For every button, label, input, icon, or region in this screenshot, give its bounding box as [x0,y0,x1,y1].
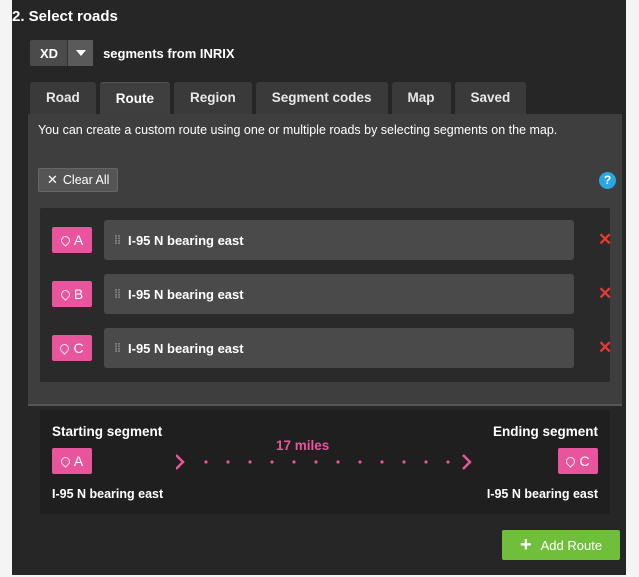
road-segment-field[interactable]: ⁞⁞ I-95 N bearing east [104,274,574,314]
route-distance: 17 miles [276,438,330,453]
clear-all-button[interactable]: ✕ Clear All [38,168,119,192]
segment-source-row: XD segments from INRIX [30,40,235,66]
route-roads-list: A ⁞⁞ I-95 N bearing east ✕ B ⁞⁞ I-95 N b… [40,208,612,382]
tab-road[interactable]: Road [30,82,96,114]
drag-handle-icon[interactable]: ⁞⁞ [114,233,121,247]
map-pin-icon: B [52,281,92,307]
ending-segment-label: Ending segment [492,424,598,439]
list-item: B ⁞⁞ I-95 N bearing east ✕ [52,274,612,314]
close-icon: ✕ [47,172,58,187]
selection-tabs: Road Route Region Segment codes Map Save… [30,82,530,114]
road-segment-field[interactable]: ⁞⁞ I-95 N bearing east [104,220,574,260]
divider [28,404,622,406]
segment-type-select[interactable]: XD [30,40,94,66]
road-name: I-95 N bearing east [128,340,244,356]
tab-segment-codes[interactable]: Segment codes [255,82,388,114]
tab-map[interactable]: Map [391,82,451,114]
close-icon[interactable]: ✕ [598,284,612,304]
map-pin-icon: C [52,335,92,361]
segment-type-value: XD [40,45,59,61]
route-summary: Starting segment Ending segment A C 17 m… [40,410,610,514]
segment-source-text: segments from INRIX [103,45,235,61]
tab-region[interactable]: Region [174,82,252,114]
map-pin-icon: C [558,448,598,474]
drag-handle-icon[interactable]: ⁞⁞ [114,341,121,355]
chevron-down-icon[interactable] [67,40,94,66]
add-route-button[interactable]: + Add Route [502,530,620,560]
map-pin-icon: A [52,227,92,253]
tab-saved[interactable]: Saved [454,82,527,114]
drag-handle-icon[interactable]: ⁞⁞ [114,287,121,301]
close-icon[interactable]: ✕ [598,230,612,250]
list-item: A ⁞⁞ I-95 N bearing east ✕ [52,220,612,260]
starting-segment-label: Starting segment [52,424,163,439]
plus-icon: + [519,534,532,556]
section-title: 2. Select roads [12,8,118,25]
route-tab-content: You can create a custom route using one … [28,114,622,404]
close-icon[interactable]: ✕ [598,338,612,358]
road-name: I-95 N bearing east [128,232,244,248]
starting-road-name: I-95 N bearing east [52,487,164,501]
route-description: You can create a custom route using one … [38,123,558,137]
list-item: C ⁞⁞ I-95 N bearing east ✕ [52,328,612,368]
help-icon[interactable]: ? [599,172,616,189]
route-arrow-icon [176,454,472,470]
select-roads-panel: 2. Select roads XD segments from INRIX R… [12,0,626,575]
add-route-label: Add Route [540,537,603,553]
road-segment-field[interactable]: ⁞⁞ I-95 N bearing east [104,328,574,368]
road-name: I-95 N bearing east [128,286,244,302]
map-pin-icon: A [52,448,92,474]
ending-road-name: I-95 N bearing east [486,487,598,501]
clear-all-label: Clear All [62,173,110,187]
tab-route[interactable]: Route [99,82,170,114]
